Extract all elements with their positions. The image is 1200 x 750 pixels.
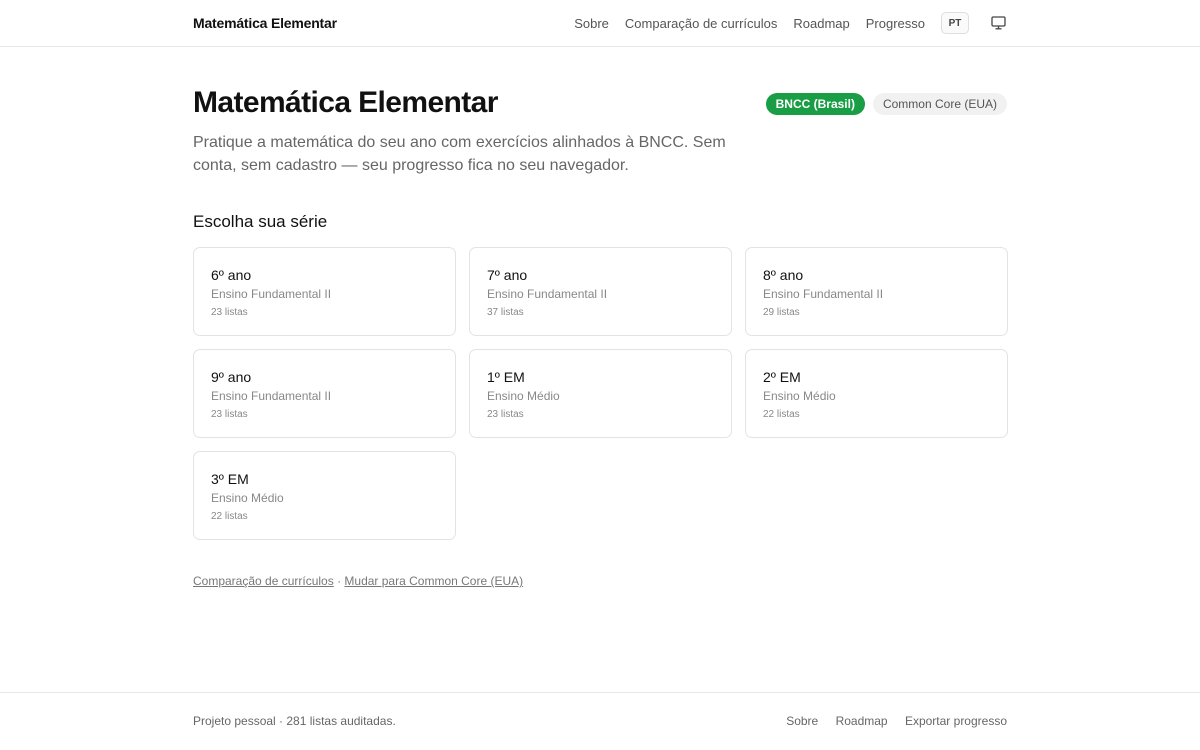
grade-card-1-em[interactable]: 1º EM Ensino Médio 23 listas: [469, 349, 732, 438]
grade-card-title: 7º ano: [487, 267, 528, 283]
grade-card-7-ano[interactable]: 7º ano Ensino Fundamental II 37 listas: [469, 247, 732, 336]
main-nav: Sobre Comparação de currículos Roadmap P…: [574, 12, 1007, 34]
curriculum-common-core-button[interactable]: Common Core (EUA): [872, 93, 1007, 115]
grade-card-stage: Ensino Fundamental II: [487, 287, 608, 301]
footer-link-roadmap[interactable]: Roadmap: [836, 714, 888, 728]
curriculum-bncc-button[interactable]: BNCC (Brasil): [765, 93, 865, 115]
page-subtitle: Pratique a matemática do seu ano com exe…: [193, 134, 726, 174]
nav-comparacao[interactable]: Comparação de currículos: [625, 16, 777, 31]
switch-common-core-link[interactable]: Mudar para Common Core (EUA): [344, 574, 523, 588]
grade-card-title: 6º ano: [211, 267, 252, 283]
link-separator: ·: [333, 574, 345, 588]
grade-card-title: 3º EM: [211, 471, 249, 487]
footer-link-export[interactable]: Exportar progresso: [905, 714, 1007, 728]
nav-progresso[interactable]: Progresso: [866, 16, 925, 31]
compare-curricula-link[interactable]: Comparação de currículos: [193, 574, 334, 588]
grade-card-count: 37 listas: [487, 307, 524, 318]
footer-note: Projeto pessoal · 281 listas auditadas.: [193, 714, 396, 728]
page-footer: Projeto pessoal · 281 listas auditadas. …: [0, 692, 1200, 750]
footer-link-sobre[interactable]: Sobre: [786, 714, 818, 728]
grade-card-count: 23 listas: [211, 307, 248, 318]
grade-card-stage: Ensino Fundamental II: [211, 389, 332, 403]
grade-card-3-em[interactable]: 3º EM Ensino Médio 22 listas: [193, 451, 456, 540]
grade-card-8-ano[interactable]: 8º ano Ensino Fundamental II 29 listas: [745, 247, 1008, 336]
grade-card-count: 23 listas: [487, 409, 524, 420]
nav-sobre[interactable]: Sobre: [574, 16, 609, 31]
grade-card-stage: Ensino Médio: [763, 389, 836, 403]
grades-heading: Escolha sua série: [193, 212, 328, 231]
theme-toggle-button[interactable]: [989, 14, 1007, 32]
grade-grid: 6º ano Ensino Fundamental II 23 listas 7…: [193, 247, 1008, 540]
grade-card-count: 29 listas: [763, 307, 800, 318]
bottom-links: Comparação de currículos · Mudar para Co…: [193, 574, 523, 588]
grade-card-title: 2º EM: [763, 369, 801, 385]
grade-card-stage: Ensino Fundamental II: [211, 287, 332, 301]
grade-card-count: 23 listas: [211, 409, 248, 420]
nav-roadmap[interactable]: Roadmap: [793, 16, 849, 31]
grade-card-9-ano[interactable]: 9º ano Ensino Fundamental II 23 listas: [193, 349, 456, 438]
grade-card-stage: Ensino Fundamental II: [763, 287, 884, 301]
grade-card-count: 22 listas: [763, 409, 800, 420]
grade-card-2-em[interactable]: 2º EM Ensino Médio 22 listas: [745, 349, 1008, 438]
page-title: Matemática Elementar: [193, 86, 498, 119]
monitor-icon: [990, 16, 1006, 30]
grade-card-title: 9º ano: [211, 369, 252, 385]
language-button[interactable]: PT: [941, 12, 969, 34]
curriculum-toggle: BNCC (Brasil) Common Core (EUA): [765, 93, 1007, 115]
grade-card-count: 22 listas: [211, 511, 248, 522]
footer-nav: Sobre Roadmap Exportar progresso: [772, 714, 1007, 728]
grade-card-title: 1º EM: [487, 369, 525, 385]
grade-card-stage: Ensino Médio: [487, 389, 560, 403]
grade-card-6-ano[interactable]: 6º ano Ensino Fundamental II 23 listas: [193, 247, 456, 336]
grade-card-title: 8º ano: [763, 267, 804, 283]
brand-link[interactable]: Matemática Elementar: [193, 15, 337, 31]
top-navbar: Matemática Elementar Sobre Comparação de…: [0, 0, 1200, 47]
grade-card-stage: Ensino Médio: [211, 491, 284, 505]
